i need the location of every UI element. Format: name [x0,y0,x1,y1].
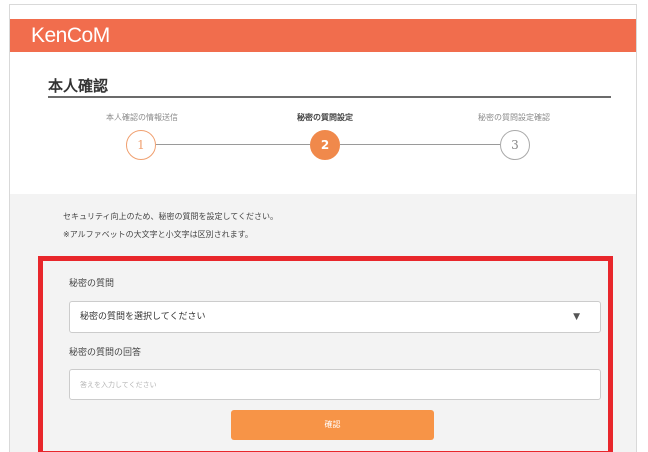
title-divider [48,96,611,98]
progress-panel: 本人確認 本人確認の情報送信 秘密の質問設定 秘密の質問設定確認 1 2 3 [10,52,636,194]
answer-label: 秘密の質問の回答 [69,348,142,358]
step-2-label: 秘密の質問設定 [297,113,353,122]
description-line-2: ※アルファベットの大文字と小文字は区別されます。 [63,230,253,239]
step-3-label: 秘密の質問設定確認 [478,113,550,122]
confirm-button[interactable]: 確認 [231,410,434,440]
question-label: 秘密の質問 [69,279,115,289]
kencom-logo[interactable]: KenCoM [31,24,110,48]
question-select-value: 秘密の質問を選択してください [80,312,206,322]
security-question-form: 秘密の質問 秘密の質問を選択してください ▼ 秘密の質問の回答 確認 [38,256,613,452]
answer-input[interactable] [69,369,601,400]
description-line-1: セキュリティ向上のため、秘密の質問を設定してください。 [63,212,279,221]
screenshot-frame: KenCoM 本人確認 本人確認の情報送信 秘密の質問設定 秘密の質問設定確認 … [0,0,648,452]
app-header: KenCoM [10,19,636,52]
step-3-circle: 3 [500,130,530,160]
step-2-circle: 2 [310,130,340,160]
step-connector-1 [156,144,310,145]
browser-window: KenCoM 本人確認 本人確認の情報送信 秘密の質問設定 秘密の質問設定確認 … [9,4,637,452]
step-connector-2 [340,144,500,145]
question-select[interactable]: 秘密の質問を選択してください ▼ [69,301,601,333]
top-strip [10,5,636,19]
page-title: 本人確認 [48,77,109,95]
step-1-label: 本人確認の情報送信 [106,113,178,122]
dropdown-arrow-icon: ▼ [573,312,580,322]
step-1-circle: 1 [126,130,156,160]
